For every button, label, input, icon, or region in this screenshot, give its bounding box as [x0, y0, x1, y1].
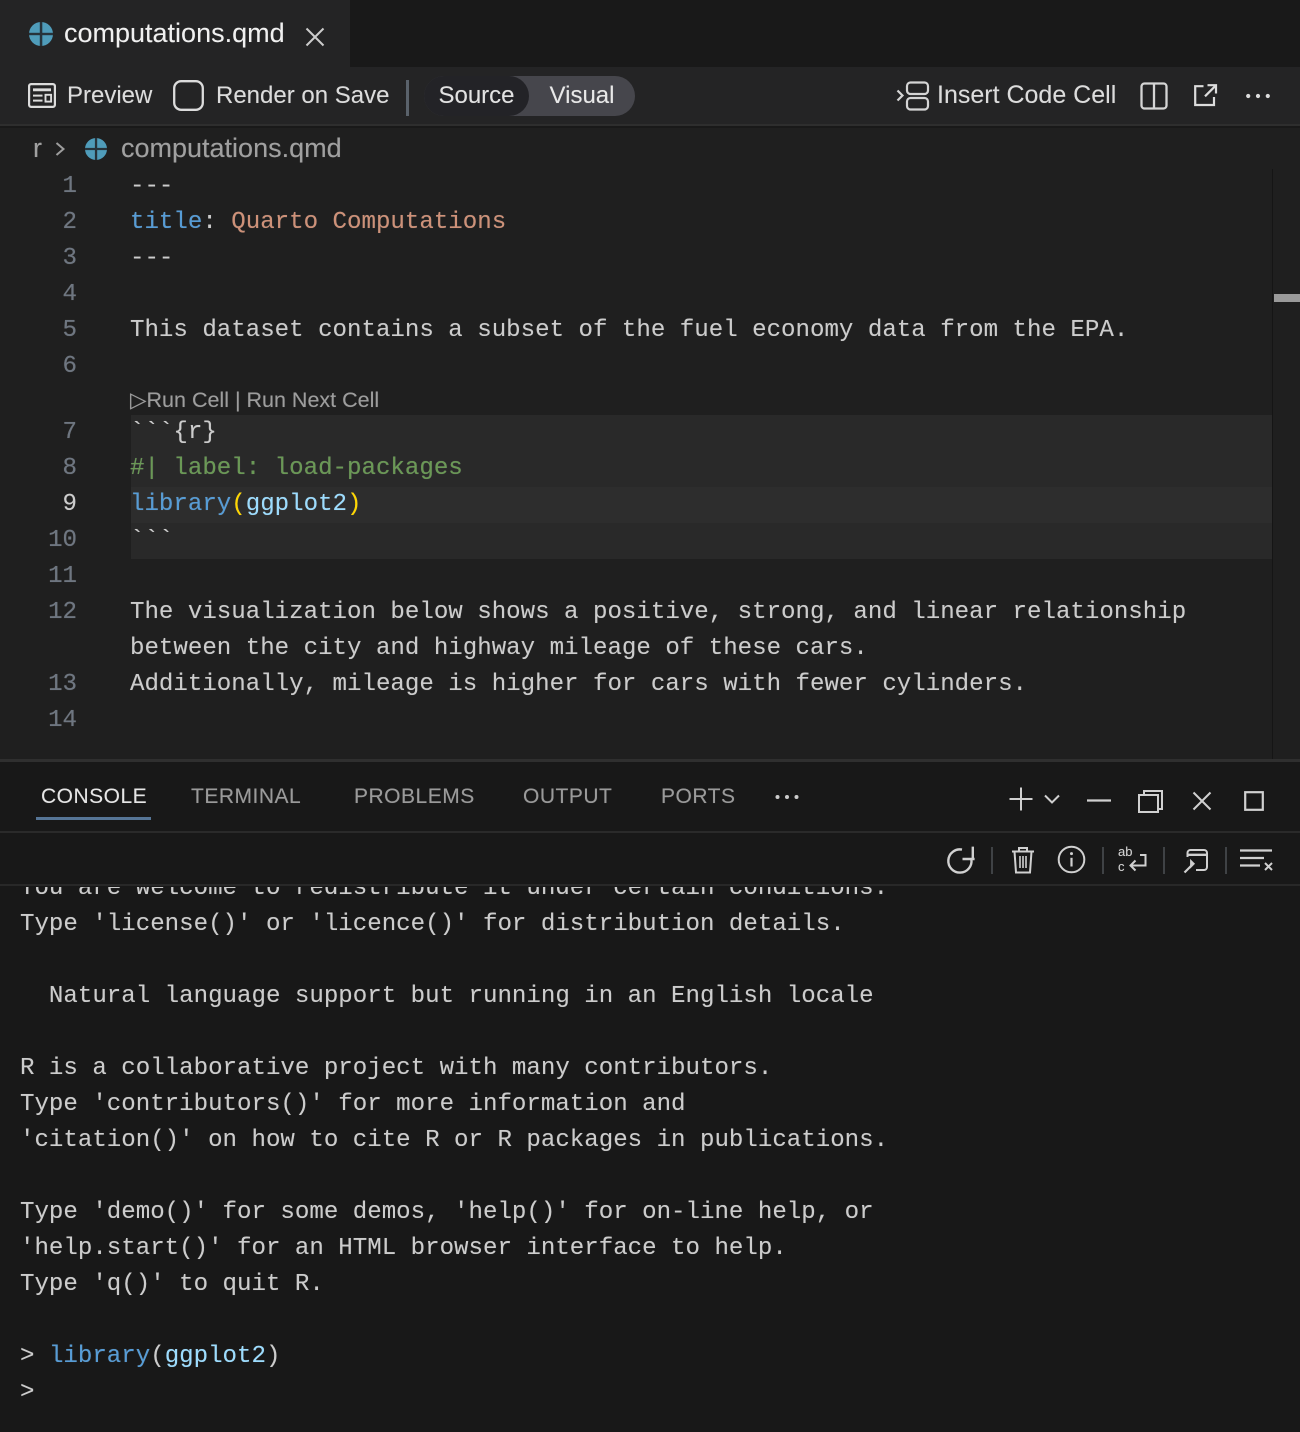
svg-text:ab: ab	[1118, 846, 1132, 859]
svg-text:c: c	[1118, 859, 1125, 874]
